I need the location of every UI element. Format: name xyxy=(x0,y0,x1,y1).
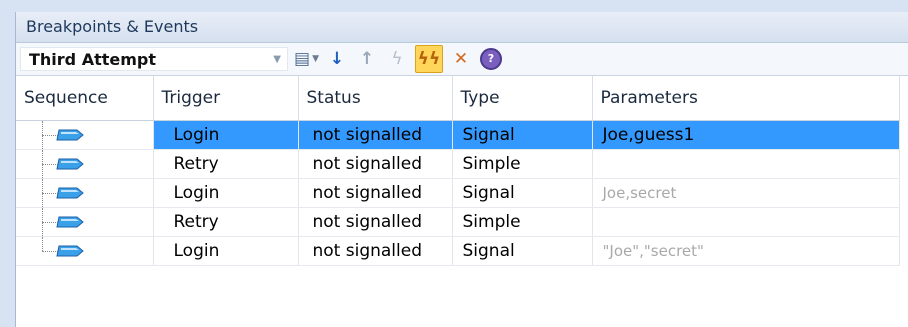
sequence-combo-value: Third Attempt xyxy=(29,49,157,69)
move-down-button[interactable]: ↓ xyxy=(325,46,349,72)
trigger-cell[interactable]: Login xyxy=(153,120,299,150)
arrow-up-icon: ↑ xyxy=(359,49,375,69)
breakpoints-events-panel: Breakpoints & Events Third Attempt ▼ ▤ ▼ … xyxy=(15,12,908,327)
move-up-button[interactable]: ↑ xyxy=(355,46,379,72)
sequence-cell[interactable] xyxy=(16,149,154,179)
table-row[interactable]: Retry not signalled Simple xyxy=(16,207,900,237)
table-row[interactable]: Login not signalled Signal "Joe","secret" xyxy=(16,236,900,266)
table-row[interactable]: Retry not signalled Simple xyxy=(16,149,900,179)
status-cell[interactable]: not signalled xyxy=(298,149,453,179)
arrow-down-icon: ↓ xyxy=(329,49,345,69)
type-cell[interactable]: Signal xyxy=(452,120,593,150)
table-header: Sequence Trigger Status Type Parameters xyxy=(16,76,900,121)
trigger-cell[interactable]: Retry xyxy=(153,207,299,237)
column-header-type[interactable]: Type xyxy=(452,76,593,121)
type-cell[interactable]: Signal xyxy=(452,178,593,208)
event-icon xyxy=(56,216,84,228)
parameters-cell[interactable]: "Joe","secret" xyxy=(592,236,900,266)
chevron-down-icon[interactable]: ▼ xyxy=(273,54,281,65)
sequence-combo[interactable]: Third Attempt ▼ xyxy=(20,47,288,71)
event-icon xyxy=(56,158,84,170)
status-cell[interactable]: not signalled xyxy=(298,178,453,208)
column-header-parameters[interactable]: Parameters xyxy=(592,76,900,121)
trigger-cell[interactable]: Login xyxy=(153,236,299,266)
parameters-cell[interactable] xyxy=(592,207,900,237)
trigger-cell[interactable]: Login xyxy=(153,178,299,208)
signal-all-button[interactable]: ϟϟ xyxy=(414,45,443,73)
column-header-status[interactable]: Status xyxy=(298,76,453,121)
help-button[interactable]: ? xyxy=(479,46,503,72)
panel-title: Breakpoints & Events xyxy=(16,12,908,43)
close-icon: ✕ xyxy=(453,49,469,69)
status-cell[interactable]: not signalled xyxy=(298,236,453,266)
table-row[interactable]: Login not signalled Signal Joe,secret xyxy=(16,178,900,208)
chevron-down-icon[interactable]: ▼ xyxy=(312,54,319,64)
status-cell[interactable]: not signalled xyxy=(298,120,453,150)
status-cell[interactable]: not signalled xyxy=(298,207,453,237)
lightning-icon: ϟ xyxy=(391,49,403,69)
trigger-cell[interactable]: Retry xyxy=(153,149,299,179)
column-header-sequence[interactable]: Sequence xyxy=(16,76,154,121)
type-cell[interactable]: Simple xyxy=(452,149,593,179)
tree-line xyxy=(42,237,43,251)
list-view-button[interactable]: ▤ ▼ xyxy=(294,46,319,72)
type-cell[interactable]: Simple xyxy=(452,207,593,237)
parameters-cell[interactable] xyxy=(592,149,900,179)
type-cell[interactable]: Signal xyxy=(452,236,593,266)
events-table: Sequence Trigger Status Type Parameters … xyxy=(16,76,900,266)
sequence-cell[interactable] xyxy=(16,120,154,150)
column-header-trigger[interactable]: Trigger xyxy=(153,76,299,121)
sequence-cell[interactable] xyxy=(16,236,154,266)
sequence-cell[interactable] xyxy=(16,178,154,208)
list-icon: ▤ xyxy=(294,49,311,69)
toolbar: Third Attempt ▼ ▤ ▼ ↓ ↑ ϟ ϟϟ ✕ ? xyxy=(16,43,908,76)
double-lightning-icon: ϟϟ xyxy=(417,49,441,69)
event-icon xyxy=(56,129,84,141)
help-icon: ? xyxy=(479,48,502,70)
event-icon xyxy=(56,245,84,257)
delete-button[interactable]: ✕ xyxy=(449,46,473,72)
table-row[interactable]: Login not signalled Signal Joe,guess1 xyxy=(16,120,900,150)
event-icon xyxy=(56,187,84,199)
parameters-cell[interactable]: Joe,secret xyxy=(592,178,900,208)
parameters-cell[interactable]: Joe,guess1 xyxy=(592,120,900,150)
sequence-cell[interactable] xyxy=(16,207,154,237)
signal-button[interactable]: ϟ xyxy=(385,46,409,72)
